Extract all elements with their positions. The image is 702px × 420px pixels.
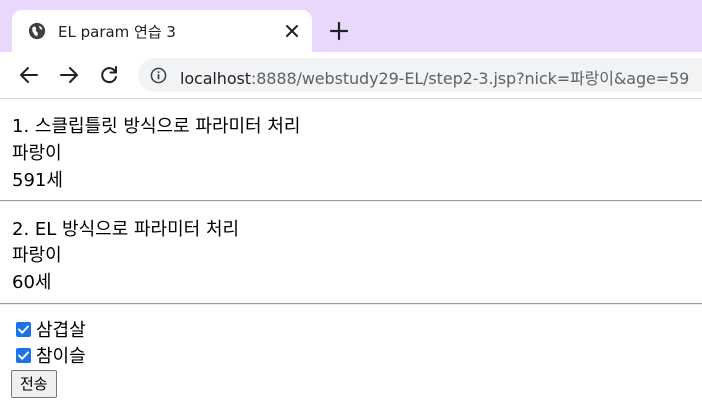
new-tab-plus-icon[interactable]: [328, 20, 350, 42]
checkbox-chamisul[interactable]: [16, 347, 31, 363]
divider-1: [0, 200, 702, 202]
section2-nick: 파랑이: [12, 245, 62, 266]
url-text: localhost:8888/webstudy29-EL/step2-3.jsp…: [180, 65, 689, 89]
section2-age: 60세: [12, 272, 52, 293]
forward-arrow-icon[interactable]: [58, 64, 80, 86]
section1-heading: 1. 스클립틀릿 방식으로 파라미터 처리: [12, 116, 301, 137]
url-host: localhost: [180, 69, 251, 88]
url-path: :8888/webstudy29-EL/step2-3.jsp?nick=파랑이…: [250, 69, 690, 88]
checkmark-icon: [18, 351, 29, 360]
tab-title: EL param 연습 3: [58, 23, 176, 41]
reload-icon[interactable]: [98, 64, 120, 86]
checkbox-label: 삼겹살: [36, 320, 86, 341]
back-arrow-icon[interactable]: [18, 64, 40, 86]
info-icon[interactable]: [150, 67, 167, 84]
globe-icon: [28, 22, 46, 40]
option-row-2: 참이슬: [16, 344, 86, 367]
divider-2: [0, 303, 702, 305]
section1-age: 591세: [12, 170, 63, 191]
submit-button[interactable]: 전송: [11, 370, 57, 398]
browser-toolbar: localhost:8888/webstudy29-EL/step2-3.jsp…: [0, 52, 702, 99]
checkmark-icon: [18, 325, 29, 334]
checkbox-samgyeopsal[interactable]: [16, 321, 31, 337]
tab-strip: EL param 연습 3: [0, 0, 702, 52]
section1-nick: 파랑이: [12, 143, 62, 164]
address-bar[interactable]: localhost:8888/webstudy29-EL/step2-3.jsp…: [138, 58, 702, 92]
option-row-1: 삼겹살: [16, 318, 86, 341]
checkbox-label: 참이슬: [36, 346, 86, 367]
page-content: 1. 스클립틀릿 방식으로 파라미터 처리 파랑이 591세 2. EL 방식으…: [0, 99, 702, 420]
section2-heading: 2. EL 방식으로 파라미터 처리: [12, 219, 240, 240]
close-icon[interactable]: [282, 21, 302, 41]
browser-tab[interactable]: EL param 연습 3: [12, 10, 312, 52]
